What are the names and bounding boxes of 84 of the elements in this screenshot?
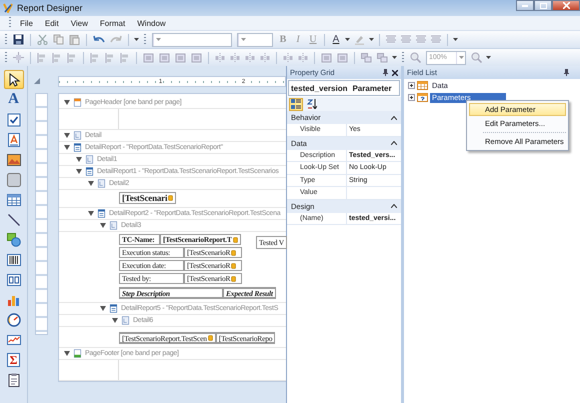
- chevron-icon: [391, 141, 397, 145]
- rich-text-icon: [6, 132, 20, 146]
- maximize-icon: [540, 2, 546, 8]
- close-icon: [562, 2, 570, 9]
- clipboard-icon: [6, 372, 20, 386]
- close-icon[interactable]: [392, 70, 398, 76]
- menu-item[interactable]: File: [14, 18, 39, 28]
- dropdown-arrow-icon: [156, 38, 160, 41]
- binding-icon: [231, 262, 236, 268]
- band-icon: [109, 221, 118, 230]
- categorized-view-button[interactable]: [289, 98, 303, 110]
- sparkline-icon: [6, 332, 20, 346]
- save-icon[interactable]: [11, 32, 26, 47]
- page-header-icon: [73, 98, 82, 107]
- binding-icon: [168, 195, 174, 201]
- collapse-arrow-icon[interactable]: [88, 211, 94, 216]
- collapse-arrow-icon[interactable]: [76, 157, 82, 162]
- band-icon: [97, 179, 106, 188]
- binding-icon: [231, 250, 236, 256]
- dropdown-arrow-icon: [240, 38, 246, 41]
- toolbox-button[interactable]: A: [4, 90, 24, 109]
- shape-icon: [6, 232, 20, 246]
- report-band-icon: [109, 304, 118, 313]
- collapse-arrow-icon[interactable]: [76, 169, 82, 174]
- binding-icon: [208, 335, 213, 341]
- collapse-arrow-icon[interactable]: [112, 318, 118, 323]
- chevron-icon: [391, 116, 397, 120]
- dropdown-arrow-icon: [458, 56, 464, 59]
- barcode-icon: [6, 252, 20, 266]
- font-size-field[interactable]: [237, 32, 273, 46]
- window-title: Report Designer: [17, 3, 84, 13]
- pointer-icon: [6, 72, 20, 86]
- collapse-arrow-icon[interactable]: [64, 145, 70, 150]
- binding-icon: [232, 236, 238, 242]
- summary-tool: Σ: [6, 352, 20, 366]
- page-footer-icon: [73, 349, 82, 358]
- font-name-field[interactable]: [152, 32, 232, 46]
- maximize-button[interactable]: [534, 0, 552, 11]
- toolbox-button[interactable]: Σ: [4, 350, 24, 369]
- object-type: Parameter: [352, 84, 392, 92]
- expand-icon[interactable]: [408, 82, 415, 89]
- picture-icon: [6, 152, 20, 166]
- pin-icon[interactable]: [383, 69, 388, 76]
- table-icon: [417, 81, 428, 90]
- pin-icon[interactable]: [564, 69, 569, 76]
- collapse-arrow-icon[interactable]: [64, 133, 70, 138]
- font-color-button[interactable]: A: [329, 32, 343, 47]
- menu-item[interactable]: Edit: [38, 18, 65, 28]
- ruler-corner-icon: [34, 78, 40, 84]
- collapse-arrow-icon[interactable]: [100, 223, 106, 228]
- band-icon: [85, 155, 94, 164]
- collapse-arrow-icon[interactable]: [88, 181, 94, 186]
- close-button[interactable]: [552, 0, 580, 11]
- menu-item[interactable]: Format: [94, 18, 132, 28]
- parameters-icon: [417, 93, 428, 102]
- object-name: tested_version: [291, 84, 348, 92]
- band-icon: [73, 131, 82, 140]
- report-band-icon: [85, 167, 94, 176]
- menu-item[interactable]: View: [64, 18, 94, 28]
- chevron-icon: [391, 204, 397, 208]
- collapse-arrow-icon[interactable]: [100, 306, 106, 311]
- checkbox-icon: [6, 112, 20, 126]
- text-label-tool: A: [8, 92, 19, 107]
- sort-button[interactable]: [305, 98, 319, 110]
- expand-icon[interactable]: [408, 94, 415, 101]
- cut-icon[interactable]: [35, 32, 50, 47]
- minimize-button[interactable]: [516, 0, 534, 11]
- menu-item[interactable]: Window: [131, 18, 172, 28]
- data-field: [TestScenari: [119, 192, 176, 204]
- object-selector[interactable]: tested_version Parameter: [288, 80, 400, 96]
- table-icon: [6, 192, 20, 206]
- report-band-icon: [73, 143, 82, 152]
- gauge-icon: [6, 312, 20, 326]
- band-icon: [121, 316, 130, 325]
- line-icon: [6, 212, 20, 226]
- toolbox-button[interactable]: [4, 70, 24, 89]
- minimize-icon: [522, 4, 528, 6]
- collapse-arrow-icon[interactable]: [64, 100, 70, 105]
- binding-icon: [231, 276, 236, 282]
- zip-code-icon: [6, 272, 20, 286]
- collapse-arrow-icon[interactable]: [64, 351, 70, 356]
- app-logo-icon: [3, 3, 13, 13]
- report-band-icon: [97, 209, 106, 218]
- panel-icon: [6, 172, 20, 186]
